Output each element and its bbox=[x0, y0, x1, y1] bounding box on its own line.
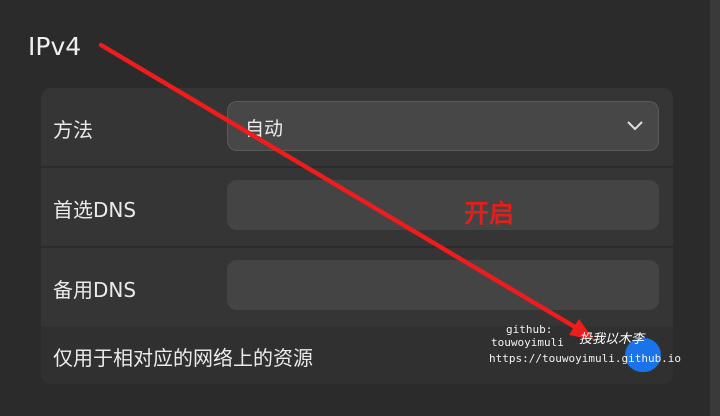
local-only-label: 仅用于相对应的网络上的资源 bbox=[53, 346, 313, 370]
window-edge bbox=[710, 0, 720, 416]
watermark-url: https://touwoyimuli.github.io bbox=[489, 352, 682, 365]
alternate-dns-row: 备用DNS bbox=[41, 248, 673, 326]
preferred-dns-input[interactable] bbox=[227, 180, 659, 230]
method-row: 方法 自动 bbox=[41, 88, 673, 166]
chevron-down-icon bbox=[627, 121, 643, 131]
watermark-line1: github: bbox=[506, 323, 553, 336]
preferred-dns-label: 首选DNS bbox=[53, 198, 137, 222]
method-value: 自动 bbox=[245, 118, 284, 140]
watermark-line2: touwoyimuli bbox=[491, 336, 564, 349]
method-dropdown[interactable]: 自动 bbox=[227, 101, 659, 151]
section-title: IPv4 bbox=[28, 32, 82, 61]
watermark: github: touwoyimuli 投我以木李 https://touwoy… bbox=[488, 321, 681, 369]
watermark-signature: 投我以木李 bbox=[579, 332, 645, 347]
alternate-dns-input[interactable] bbox=[227, 260, 659, 310]
alternate-dns-label: 备用DNS bbox=[53, 278, 137, 302]
annotation-label: 开启 bbox=[464, 199, 515, 228]
method-label: 方法 bbox=[53, 118, 93, 142]
preferred-dns-row: 首选DNS bbox=[41, 168, 673, 246]
